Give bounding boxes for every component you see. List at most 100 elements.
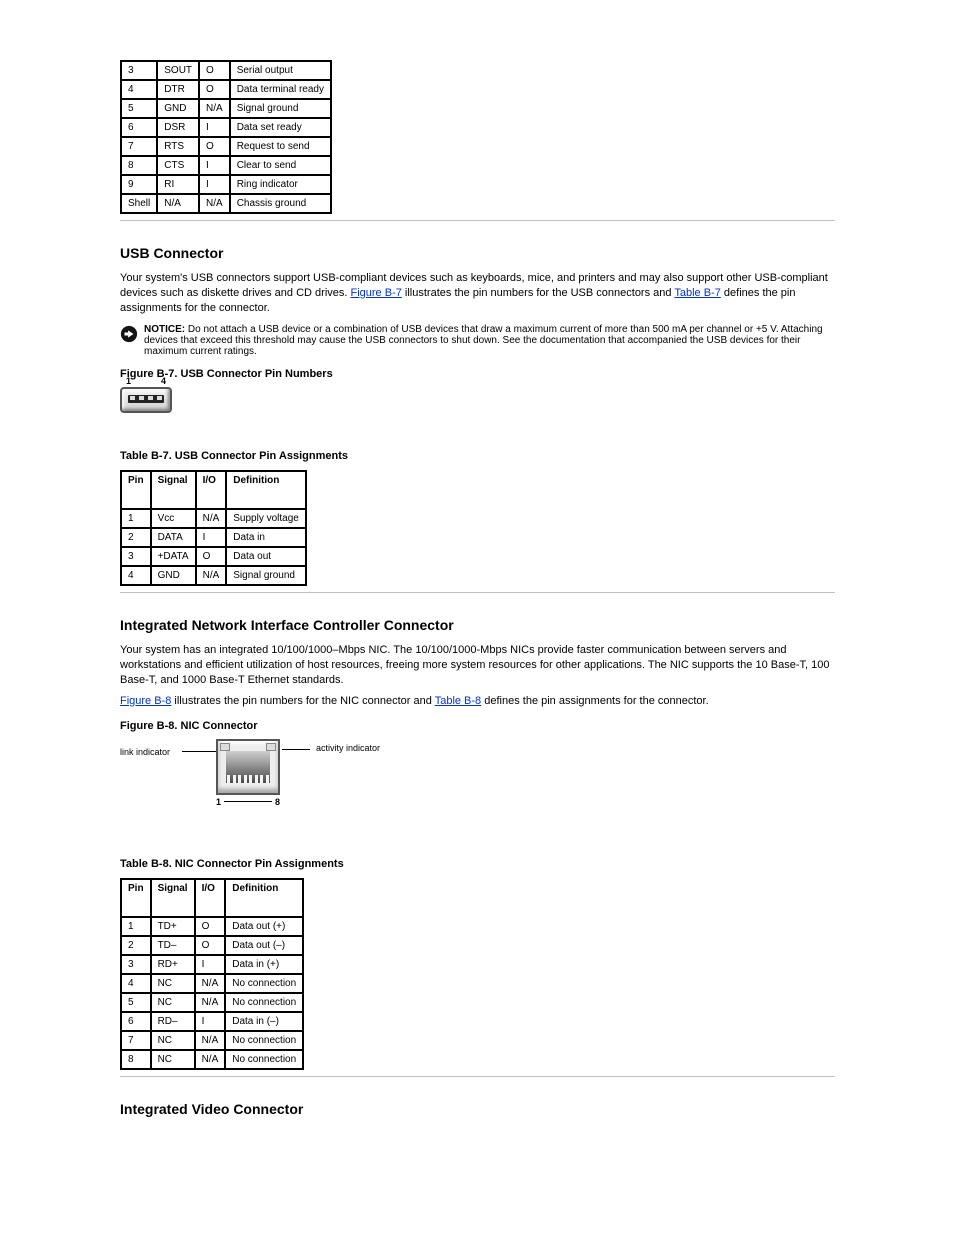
col-io: I/O <box>196 471 227 509</box>
col-signal: Signal <box>151 879 195 917</box>
cell: RD– <box>151 1012 195 1031</box>
col-io: I/O <box>195 879 226 917</box>
cell: I <box>195 955 226 974</box>
cell: 6 <box>121 118 157 137</box>
cell: Vcc <box>151 509 196 528</box>
cell: O <box>199 61 230 80</box>
text: illustrates the pin numbers for the NIC … <box>174 695 434 707</box>
text: illustrates the pin numbers for the USB … <box>405 287 674 299</box>
cell: O <box>196 547 227 566</box>
heading-usb: USB Connector <box>120 245 835 261</box>
cell: 3 <box>121 61 157 80</box>
cell: Chassis ground <box>230 194 331 213</box>
cell: GND <box>157 99 199 118</box>
notice: NOTICE: Do not attach a USB device or a … <box>120 324 835 357</box>
cell: I <box>195 1012 226 1031</box>
table-row: 5NCN/ANo connection <box>121 993 303 1012</box>
table-row: 3SOUTOSerial output <box>121 61 331 80</box>
cell: NC <box>151 1031 195 1050</box>
table-row: 8NCN/ANo connection <box>121 1050 303 1069</box>
cell: Data in <box>226 528 306 547</box>
cell: N/A <box>195 1050 226 1069</box>
cell: N/A <box>195 993 226 1012</box>
link-figure-b8[interactable]: Figure B-8 <box>120 695 171 707</box>
cell: GND <box>151 566 196 585</box>
table-row: 3RD+IData in (+) <box>121 955 303 974</box>
table-row: 1TD+OData out (+) <box>121 917 303 936</box>
cell: 8 <box>121 1050 151 1069</box>
cell: Data out (–) <box>225 936 303 955</box>
cell: CTS <box>157 156 199 175</box>
table-row: ShellN/AN/AChassis ground <box>121 194 331 213</box>
cell: SOUT <box>157 61 199 80</box>
usb-pin-4-label: 4 <box>161 376 166 386</box>
cell: Data in (–) <box>225 1012 303 1031</box>
table-b7-caption: Table B-7. USB Connector Pin Assignments <box>120 449 835 464</box>
cell: No connection <box>225 974 303 993</box>
cell: NC <box>151 993 195 1012</box>
cell: DATA <box>151 528 196 547</box>
nic-intro: Your system has an integrated 10/100/100… <box>120 643 835 688</box>
table-header-row: Pin Signal I/O Definition <box>121 471 306 509</box>
cell: 2 <box>121 936 151 955</box>
table-row: 4NCN/ANo connection <box>121 974 303 993</box>
table-row: 5GNDN/ASignal ground <box>121 99 331 118</box>
cell: No connection <box>225 1050 303 1069</box>
table-row: 2TD–OData out (–) <box>121 936 303 955</box>
cell: Signal ground <box>226 566 306 585</box>
cell: O <box>199 80 230 99</box>
cell: +DATA <box>151 547 196 566</box>
cell: NC <box>151 1050 195 1069</box>
cell: O <box>195 936 226 955</box>
cell: Request to send <box>230 137 331 156</box>
cell: N/A <box>199 194 230 213</box>
figure-b7-caption: Figure B-7. USB Connector Pin Numbers <box>120 367 835 382</box>
notice-text: NOTICE: Do not attach a USB device or a … <box>144 324 835 357</box>
cell: NC <box>151 974 195 993</box>
link-figure-b7[interactable]: Figure B-7 <box>351 287 402 299</box>
text: defines the pin assignments for the conn… <box>484 695 708 707</box>
cell: Data out (+) <box>225 917 303 936</box>
figure-b8-caption: Figure B-8. NIC Connector <box>120 719 835 734</box>
cell: 4 <box>121 974 151 993</box>
cell: Signal ground <box>230 99 331 118</box>
link-table-b8[interactable]: Table B-8 <box>435 695 481 707</box>
cell: Serial output <box>230 61 331 80</box>
cell: 9 <box>121 175 157 194</box>
heading-vga: Integrated Video Connector <box>120 1101 835 1117</box>
nic-links: Figure B-8 illustrates the pin numbers f… <box>120 694 835 709</box>
nic-connector-figure: link indicator activity indicator 1 8 <box>120 739 380 821</box>
cell: Data in (+) <box>225 955 303 974</box>
col-signal: Signal <box>151 471 196 509</box>
cell: N/A <box>196 566 227 585</box>
usb-connector-figure: 1 4 <box>120 387 172 413</box>
cell: N/A <box>195 1031 226 1050</box>
table-row: 6DSRIData set ready <box>121 118 331 137</box>
activity-indicator-label: activity indicator <box>316 743 380 753</box>
cell: Data terminal ready <box>230 80 331 99</box>
link-table-b7[interactable]: Table B-7 <box>674 287 720 299</box>
table-b7: Pin Signal I/O Definition 1VccN/ASupply … <box>120 470 307 586</box>
table-row: 4GNDN/ASignal ground <box>121 566 306 585</box>
document-content: 3SOUTOSerial output 4DTROData terminal r… <box>120 60 835 1117</box>
cell: Supply voltage <box>226 509 306 528</box>
cell: Data set ready <box>230 118 331 137</box>
cell: 6 <box>121 1012 151 1031</box>
link-indicator-label: link indicator <box>120 747 170 757</box>
usb-pin-1-label: 1 <box>126 376 131 386</box>
cell: DTR <box>157 80 199 99</box>
cell: 8 <box>121 156 157 175</box>
table-b6: 3SOUTOSerial output 4DTROData terminal r… <box>120 60 332 214</box>
table-row: 4DTROData terminal ready <box>121 80 331 99</box>
usb-intro: Your system's USB connectors support USB… <box>120 271 835 316</box>
cell: 5 <box>121 993 151 1012</box>
cell: N/A <box>199 99 230 118</box>
table-row: 6RD–IData in (–) <box>121 1012 303 1031</box>
cell: O <box>195 917 226 936</box>
cell: RD+ <box>151 955 195 974</box>
cell: 5 <box>121 99 157 118</box>
cell: O <box>199 137 230 156</box>
col-def: Definition <box>226 471 306 509</box>
table-row: 3+DATAOData out <box>121 547 306 566</box>
heading-nic: Integrated Network Interface Controller … <box>120 617 835 633</box>
